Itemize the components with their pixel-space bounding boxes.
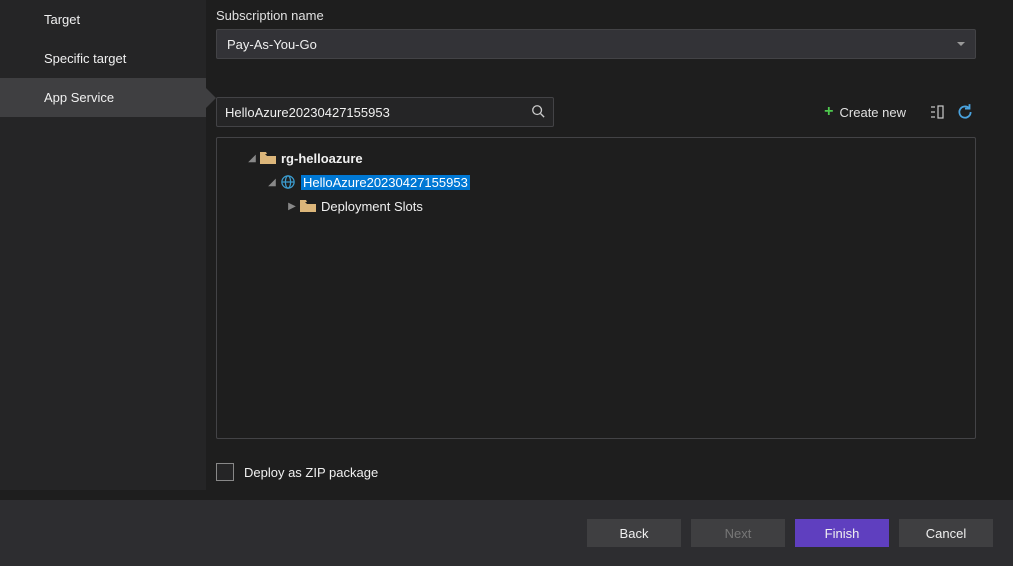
finish-button[interactable]: Finish bbox=[795, 519, 889, 547]
wizard-footer: Back Next Finish Cancel bbox=[0, 500, 1013, 566]
tree-label-rg: rg-helloazure bbox=[281, 151, 363, 166]
wizard-sidebar: Target Specific target App Service bbox=[0, 0, 206, 490]
search-input[interactable] bbox=[225, 105, 531, 120]
sidebar-item-label: Target bbox=[44, 12, 80, 27]
expander-icon[interactable]: ◢ bbox=[245, 153, 259, 164]
tree-node-deployment-slots[interactable]: ▶ Deployment Slots bbox=[217, 194, 975, 218]
search-icon[interactable] bbox=[531, 104, 545, 121]
resource-tree: ◢ rg-helloazure ◢ HelloAzure202304271559… bbox=[216, 137, 976, 439]
main-panel: Subscription name Pay-As-You-Go + Create… bbox=[216, 0, 1003, 481]
folder-icon bbox=[259, 152, 277, 164]
expander-icon[interactable]: ◢ bbox=[265, 177, 279, 188]
tree-node-resource-group[interactable]: ◢ rg-helloazure bbox=[217, 146, 975, 170]
webapp-icon bbox=[279, 175, 297, 189]
folder-icon bbox=[299, 200, 317, 212]
tree-label-app: HelloAzure20230427155953 bbox=[301, 175, 470, 190]
expander-icon[interactable]: ▶ bbox=[285, 201, 299, 212]
plus-icon: + bbox=[824, 104, 833, 120]
sidebar-item-label: App Service bbox=[44, 90, 114, 105]
deploy-zip-row: Deploy as ZIP package bbox=[216, 463, 983, 481]
deploy-zip-label: Deploy as ZIP package bbox=[244, 465, 378, 480]
sidebar-item-specific-target[interactable]: Specific target bbox=[0, 39, 206, 78]
tree-node-webapp[interactable]: ◢ HelloAzure20230427155953 bbox=[217, 170, 975, 194]
subscription-label: Subscription name bbox=[216, 8, 983, 23]
subscription-value: Pay-As-You-Go bbox=[227, 37, 317, 52]
refresh-icon[interactable] bbox=[954, 101, 976, 123]
subscription-dropdown[interactable]: Pay-As-You-Go bbox=[216, 29, 976, 59]
sidebar-item-app-service[interactable]: App Service bbox=[0, 78, 206, 117]
next-button: Next bbox=[691, 519, 785, 547]
cancel-button[interactable]: Cancel bbox=[899, 519, 993, 547]
back-button[interactable]: Back bbox=[587, 519, 681, 547]
search-toolbar: + Create new bbox=[216, 97, 976, 127]
sidebar-item-target[interactable]: Target bbox=[0, 0, 206, 39]
deploy-zip-checkbox[interactable] bbox=[216, 463, 234, 481]
search-input-wrapper bbox=[216, 97, 554, 127]
chevron-down-icon bbox=[957, 42, 965, 46]
view-options-icon[interactable] bbox=[926, 101, 948, 123]
sidebar-item-label: Specific target bbox=[44, 51, 126, 66]
create-new-label: Create new bbox=[840, 105, 906, 120]
tree-label-slots: Deployment Slots bbox=[321, 199, 423, 214]
create-new-button[interactable]: + Create new bbox=[824, 104, 906, 120]
